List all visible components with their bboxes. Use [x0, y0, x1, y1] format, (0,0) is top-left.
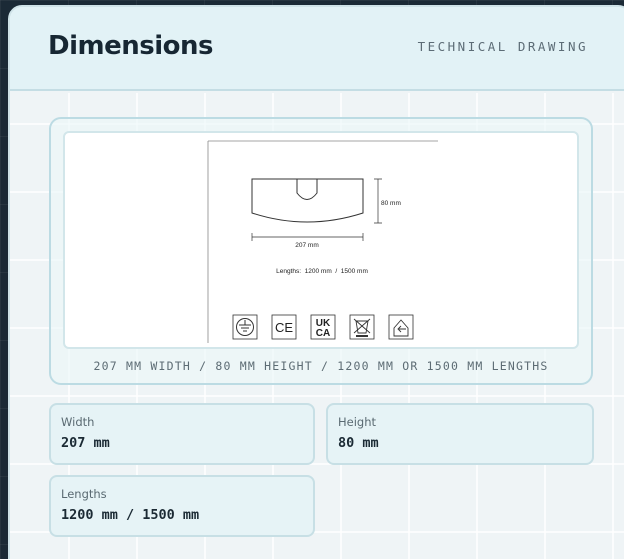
indoor-use-icon [388, 314, 414, 340]
height-dimension-label: 80 mm [381, 200, 401, 207]
weee-bin-icon [349, 314, 375, 340]
spec-value-height: 80 mm [338, 435, 379, 451]
width-dimension-label: 207 mm [295, 242, 318, 249]
spec-value-lengths: 1200 mm / 1500 mm [61, 507, 200, 523]
ukca-bottom-text: CA [316, 328, 330, 339]
page-title: Dimensions [48, 31, 213, 61]
dimensions-card: Dimensions TECHNICAL DRAWING 80 mm 207 m… [8, 5, 624, 559]
ce-mark-icon: CE [271, 314, 297, 340]
profile-slot [296, 179, 318, 200]
technical-drawing-image[interactable]: 80 mm 207 mm Lengths: 1200 mm / 1500 mm [63, 131, 579, 349]
lengths-note: Lengths: 1200 mm / 1500 mm [276, 268, 368, 275]
spec-card-width: Width 207 mm [49, 403, 315, 465]
ce-mark-text: CE [275, 320, 293, 335]
ukca-mark-icon: UK CA [310, 314, 336, 340]
spec-card-lengths: Lengths 1200 mm / 1500 mm [49, 475, 315, 537]
spec-card-height: Height 80 mm [326, 403, 594, 465]
card-header: Dimensions TECHNICAL DRAWING [10, 7, 624, 91]
earth-ground-icon [232, 314, 258, 340]
technical-drawing-frame: 80 mm 207 mm Lengths: 1200 mm / 1500 mm [49, 117, 593, 385]
drawing-caption: 207 MM WIDTH / 80 MM HEIGHT / 1200 MM OR… [93, 359, 549, 373]
spec-label-height: Height [338, 415, 377, 429]
section-subtitle: TECHNICAL DRAWING [417, 39, 588, 54]
spec-value-width: 207 mm [61, 435, 110, 451]
spec-label-lengths: Lengths [61, 487, 107, 501]
spec-label-width: Width [61, 415, 95, 429]
profile-outline [251, 178, 364, 223]
technical-drawing-svg: 80 mm 207 mm Lengths: 1200 mm / 1500 mm [207, 140, 438, 343]
